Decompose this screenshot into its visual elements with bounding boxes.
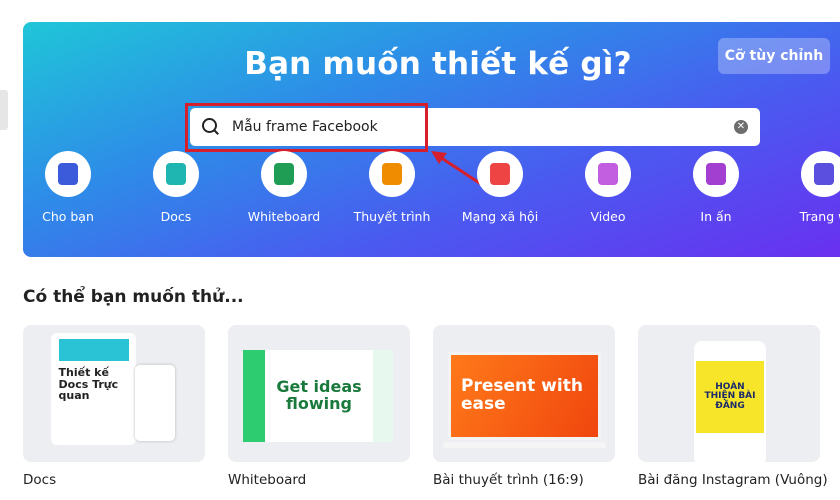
category-icon-circle [693, 151, 739, 197]
category-1[interactable]: Docs [126, 151, 226, 224]
social-heart-icon [490, 163, 510, 185]
whiteboard-thumbnail: Get ideas flowing [243, 350, 393, 442]
category-icon-circle [261, 151, 307, 197]
website-icon [814, 163, 834, 185]
category-0[interactable]: Cho bạn [18, 151, 118, 224]
category-3[interactable]: Thuyết trình [342, 151, 442, 224]
docs-thumb-text: Thiết kế Docs Trực quan [58, 366, 119, 403]
category-label: Docs [160, 209, 192, 224]
category-4[interactable]: Mạng xã hội [450, 151, 550, 224]
category-label: Video [590, 209, 626, 224]
card-docs[interactable]: Thiết kế Docs Trực quan [23, 325, 205, 462]
card-label: Docs [23, 472, 57, 488]
print-icon [706, 163, 726, 185]
card-instagram[interactable]: HOÀN THIỆN BÀI ĐĂNG [638, 325, 820, 462]
card-whiteboard[interactable]: Get ideas flowing [228, 325, 410, 462]
clear-icon[interactable]: ✕ [734, 120, 748, 134]
phone-thumbnail [135, 365, 175, 441]
category-label: Whiteboard [247, 209, 321, 224]
category-label: In ấn [700, 209, 732, 224]
card-label: Bài thuyết trình (16:9) [433, 472, 584, 488]
card-presentation[interactable]: Present with ease [433, 325, 615, 462]
category-5[interactable]: Video [558, 151, 658, 224]
video-icon [598, 163, 618, 185]
whiteboard-icon [274, 163, 294, 185]
search-highlight-box [185, 103, 428, 152]
category-icon-circle [477, 151, 523, 197]
sparkle-icon [58, 163, 78, 185]
category-icon-circle [45, 151, 91, 197]
category-6[interactable]: In ấn [666, 151, 766, 224]
category-label: Trang w [799, 209, 840, 224]
category-2[interactable]: Whiteboard [234, 151, 334, 224]
category-icon-circle [369, 151, 415, 197]
category-7[interactable]: Trang w [774, 151, 840, 224]
custom-size-button[interactable]: Cỡ tùy chỉnh [718, 38, 830, 74]
category-icon-circle [801, 151, 840, 197]
docs-icon [166, 163, 186, 185]
category-icon-circle [585, 151, 631, 197]
docs-thumbnail: Thiết kế Docs Trực quan [51, 333, 136, 445]
category-label: Mạng xã hội [461, 209, 539, 224]
presentation-thumbnail: Present with ease [448, 352, 601, 440]
section-title: Có thể bạn muốn thử... [23, 287, 244, 307]
laptop-base [443, 442, 606, 448]
card-label: Whiteboard [228, 472, 307, 488]
instagram-thumbnail: HOÀN THIỆN BÀI ĐĂNG [696, 361, 764, 433]
card-label: Bài đăng Instagram (Vuông) [638, 472, 828, 488]
category-label: Thuyết trình [353, 209, 431, 224]
category-label: Cho bạn [42, 209, 94, 224]
category-icon-circle [153, 151, 199, 197]
presentation-icon [382, 163, 402, 185]
side-scroll-indicator [0, 90, 8, 130]
docs-thumb-banner [58, 339, 129, 361]
